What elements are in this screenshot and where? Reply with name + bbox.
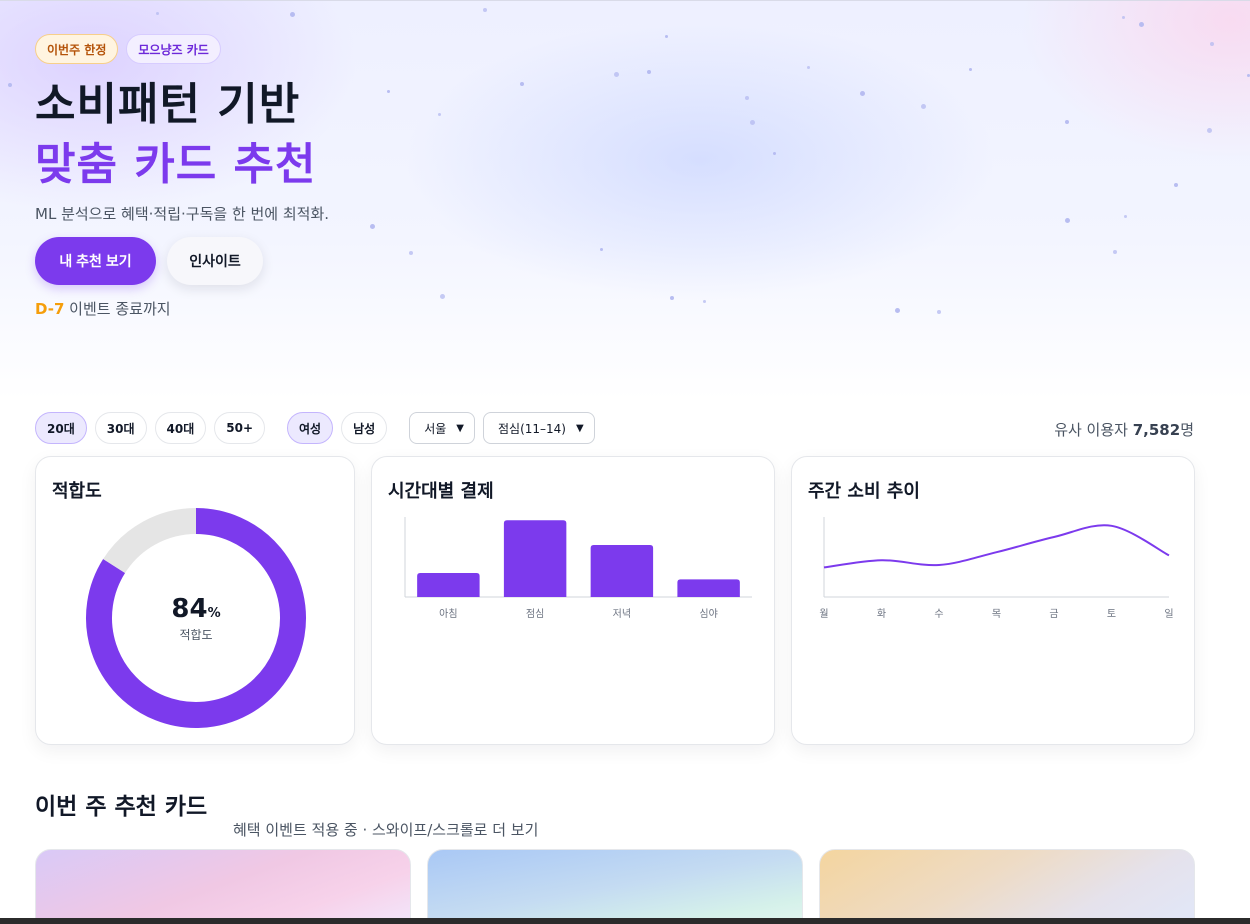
particle-dot	[409, 251, 413, 255]
donut-number: 84	[171, 594, 208, 624]
age-chip-40s[interactable]: 40대	[154, 412, 207, 444]
similar-users-suffix: 명	[1180, 421, 1194, 439]
particle-dot	[614, 72, 619, 77]
particle-dot	[1122, 16, 1125, 19]
particle-dot	[670, 296, 674, 300]
particle-dot	[370, 224, 375, 229]
particle-dot	[1124, 215, 1127, 218]
horizontal-scrollbar[interactable]	[0, 918, 1250, 924]
limited-week-badge: 이번주 한정	[35, 34, 119, 64]
particle-dot	[1207, 128, 1212, 133]
countdown-text: 이벤트 종료까지	[64, 300, 171, 318]
chevron-down-icon: ▼	[575, 422, 584, 434]
recommend-section-subtitle: 혜택 이벤트 적용 중 · 스와이프/스크롤로 더 보기	[233, 821, 539, 839]
card-name-badge: 모으냥즈 카드	[126, 34, 221, 64]
particle-dot	[1139, 22, 1144, 27]
similar-users-prefix: 유사 이용자	[1054, 421, 1133, 439]
particle-dot	[647, 70, 651, 74]
weekly-trend-card: 주간 소비 추이 월화수목금토일	[791, 456, 1195, 745]
bar-2	[590, 545, 654, 597]
donut-unit: %	[207, 606, 221, 621]
x-tick-label: 일	[1164, 608, 1173, 620]
donut-center: 84% 적합도	[36, 594, 356, 643]
particle-dot	[1065, 218, 1070, 223]
particle-dot	[921, 104, 926, 109]
age-chip-50plus[interactable]: 50+	[214, 412, 266, 444]
particle-dot	[807, 66, 810, 69]
age-chip-30s[interactable]: 30대	[94, 412, 147, 444]
gender-chip-male[interactable]: 남성	[341, 412, 388, 444]
particle-dot	[440, 294, 445, 299]
x-tick-label: 저녁	[613, 608, 631, 620]
x-tick-label: 화	[877, 608, 886, 620]
region-select-value: 서울	[424, 421, 447, 436]
particle-dot	[745, 96, 749, 100]
x-tick-label: 아침	[439, 608, 457, 620]
particle-dot	[600, 248, 603, 251]
region-select[interactable]: 서울 ▼	[409, 412, 475, 444]
x-tick-label: 점심	[526, 608, 544, 620]
filter-bar: 20대 30대 40대 50+ 여성 남성 서울 ▼ 점심(11–14) ▼	[35, 412, 603, 444]
time-bar-chart: 아침 점심 저녁 심야	[404, 517, 752, 620]
similar-users-count: 유사 이용자 7,582명	[1054, 419, 1194, 440]
particle-dot	[969, 68, 972, 71]
particle-dot	[1174, 183, 1178, 187]
particle-dot	[483, 8, 487, 12]
bar-1	[503, 520, 567, 597]
event-countdown: D-7 이벤트 종료까지	[35, 298, 171, 319]
particle-dot	[438, 113, 441, 116]
particle-dot	[290, 12, 295, 17]
x-tick-label: 금	[1049, 608, 1058, 620]
particle-dot	[8, 83, 12, 87]
x-tick-label: 수	[934, 608, 943, 620]
donut-value: 84%	[36, 594, 356, 624]
donut-slice-remaining	[103, 508, 197, 574]
recommended-card-1[interactable]	[35, 849, 411, 924]
chevron-down-icon: ▼	[456, 422, 464, 434]
view-my-recommendations-button[interactable]: 내 추천 보기	[35, 237, 156, 285]
fit-score-card: 적합도 84% 적합도	[35, 456, 355, 745]
particle-dot	[1113, 250, 1117, 254]
x-tick-label: 목	[992, 608, 1001, 620]
time-select[interactable]: 점심(11–14) ▼	[483, 412, 595, 444]
particle-dot	[665, 35, 668, 38]
x-tick-label: 심야	[699, 608, 717, 620]
particle-dot	[895, 308, 900, 313]
hero-title-highlight: 맞춤 카드 추천	[35, 139, 317, 190]
weekly-series-line	[823, 524, 1170, 569]
particle-dot	[860, 91, 865, 96]
donut-label: 적합도	[179, 628, 213, 642]
hero-subtitle: ML 분석으로 혜택·적립·구독을 한 번에 최적화.	[35, 205, 330, 223]
particle-dot	[703, 300, 706, 303]
recommend-section-title: 이번 주 추천 카드	[35, 794, 208, 820]
x-tick-label: 월	[819, 608, 828, 620]
particle-dot	[156, 12, 159, 15]
bar-3	[677, 579, 740, 597]
countdown-badge: D-7	[35, 300, 65, 318]
hero-badges: 이번주 한정 모으냥즈 카드	[35, 34, 221, 64]
weekly-line-chart: 월화수목금토일	[819, 517, 1174, 620]
similar-users-number: 7,582	[1132, 421, 1181, 439]
particle-dot	[937, 310, 941, 314]
hero-title: 소비패턴 기반	[35, 79, 301, 130]
particle-dot	[750, 120, 755, 125]
time-select-value: 점심(11–14)	[498, 421, 566, 436]
bar-0	[417, 573, 480, 597]
insights-button[interactable]: 인사이트	[167, 237, 263, 285]
age-chip-20s[interactable]: 20대	[35, 412, 87, 444]
top-divider	[0, 0, 1250, 1]
particle-dot	[520, 82, 524, 86]
particle-dot	[1210, 42, 1214, 46]
x-tick-label: 토	[1107, 609, 1116, 620]
particle-dot	[387, 90, 390, 93]
recommended-card-3[interactable]	[819, 849, 1195, 924]
particle-dot	[1065, 120, 1069, 124]
recommended-card-2[interactable]	[427, 849, 803, 924]
particle-dot	[773, 152, 776, 155]
gender-chip-female[interactable]: 여성	[287, 412, 334, 444]
time-payment-card: 시간대별 결제 아침 점심 저녁 심야	[371, 456, 775, 745]
